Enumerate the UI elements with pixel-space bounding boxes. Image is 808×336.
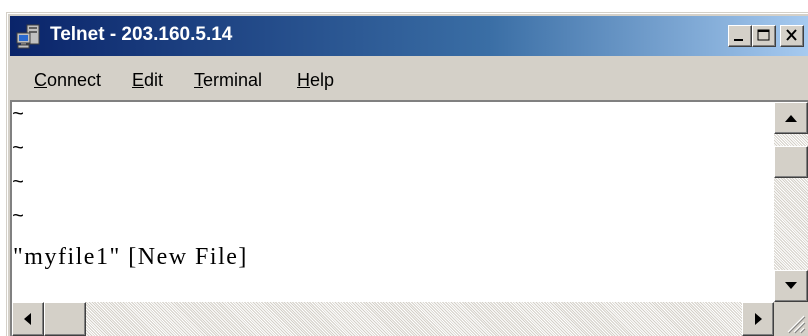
telnet-window: Telnet - 203.160.5.14 Connect Edit Termi… (6, 12, 808, 336)
terminal-line: ~ (12, 206, 25, 229)
close-icon (786, 29, 797, 41)
size-grip-icon (787, 315, 806, 334)
menu-connect[interactable]: Connect (34, 70, 101, 91)
telnet-computer-icon[interactable] (16, 24, 42, 50)
arrow-left-icon (24, 313, 31, 325)
vi-status-line: "myfile1" [New File] (13, 244, 248, 270)
maximize-icon (757, 29, 770, 41)
terminal-screen[interactable]: ~ ~ ~ ~ "myfile1" [New File] (12, 102, 774, 302)
horizontal-scrollbar[interactable] (12, 302, 774, 336)
scroll-left-button[interactable] (12, 302, 44, 336)
terminal-line: ~ (12, 138, 25, 161)
close-button[interactable] (780, 25, 804, 47)
minimize-icon (734, 39, 743, 41)
minimize-button[interactable] (728, 25, 752, 47)
terminal-line: ~ (12, 172, 25, 195)
horizontal-scroll-thumb[interactable] (44, 302, 86, 336)
resize-grip[interactable] (774, 302, 808, 336)
menu-terminal[interactable]: Terminal (194, 70, 262, 91)
terminal-line: ~ (12, 104, 25, 127)
terminal-client-area: ~ ~ ~ ~ "myfile1" [New File] (10, 100, 808, 336)
vertical-scroll-thumb[interactable] (774, 146, 808, 178)
maximize-button[interactable] (752, 25, 776, 47)
menu-edit[interactable]: Edit (132, 70, 163, 91)
menu-bar: Connect Edit Terminal Help (10, 60, 808, 100)
window-title: Telnet - 203.160.5.14 (50, 24, 233, 45)
menu-help[interactable]: Help (297, 70, 334, 91)
scroll-down-button[interactable] (774, 270, 808, 302)
scroll-right-button[interactable] (742, 302, 774, 336)
vertical-scrollbar[interactable] (774, 102, 808, 302)
scroll-up-button[interactable] (774, 102, 808, 134)
title-bar[interactable]: Telnet - 203.160.5.14 (10, 16, 808, 56)
arrow-down-icon (785, 282, 797, 289)
arrow-up-icon (785, 115, 797, 122)
arrow-right-icon (755, 313, 762, 325)
